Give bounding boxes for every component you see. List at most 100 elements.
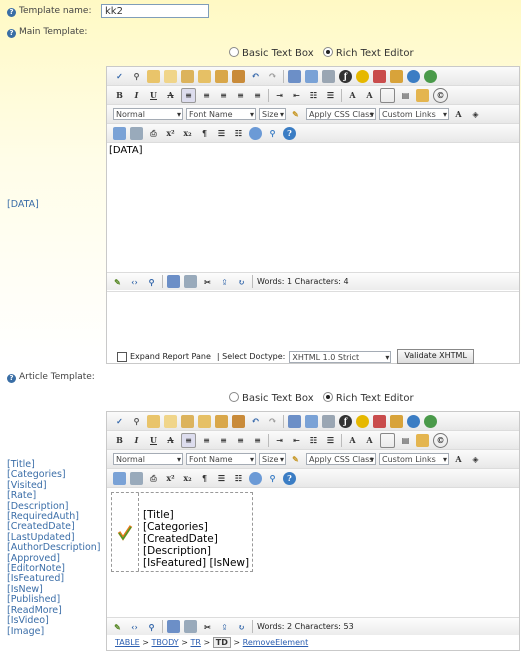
- align-right-icon[interactable]: ≡: [217, 434, 230, 447]
- custom-links-select[interactable]: Custom Links: [379, 108, 449, 121]
- validate-xhtml-button[interactable]: Validate XHTML: [397, 349, 474, 364]
- paste-word-icon[interactable]: [215, 69, 228, 83]
- expand-report-checkbox[interactable]: [117, 351, 127, 362]
- css-class-select[interactable]: Apply CSS Class: [306, 453, 376, 466]
- module-manager-icon[interactable]: [167, 620, 180, 633]
- undo-icon[interactable]: ↶: [249, 415, 262, 428]
- image-map-icon[interactable]: [305, 414, 318, 428]
- design-mode-icon[interactable]: ✎: [111, 620, 124, 633]
- symbols-icon[interactable]: ©: [433, 87, 448, 103]
- fore-color-icon[interactable]: A: [452, 453, 465, 466]
- image-map-icon[interactable]: [305, 69, 318, 83]
- insert-date-icon[interactable]: [130, 126, 143, 140]
- cut-icon[interactable]: [147, 414, 160, 428]
- undo-icon[interactable]: ↶: [249, 70, 262, 83]
- align-right-icon[interactable]: ≡: [217, 89, 230, 102]
- paste-html-icon[interactable]: [232, 69, 245, 83]
- insert-snippet-icon[interactable]: [416, 88, 429, 102]
- template-manager-icon[interactable]: [390, 414, 403, 428]
- font-size-select[interactable]: Size: [259, 453, 286, 466]
- format-stripper-icon[interactable]: ✎: [289, 453, 302, 466]
- xhtml-validator-icon[interactable]: [184, 620, 197, 633]
- table-text-cell[interactable]: [Title] [Categories] [CreatedDate] [Desc…: [143, 509, 249, 569]
- symbols-icon[interactable]: ©: [433, 432, 448, 448]
- template-name-input[interactable]: kk2: [101, 4, 209, 18]
- paragraph-list-icon[interactable]: ☷: [232, 127, 245, 140]
- find-icon[interactable]: ⚲: [130, 70, 143, 83]
- back-color-icon[interactable]: ◈: [469, 453, 482, 466]
- absolute-position-icon[interactable]: [322, 414, 335, 428]
- align-left-icon[interactable]: ≡: [181, 432, 196, 448]
- absolute-position-icon[interactable]: [322, 69, 335, 83]
- new-paragraph-icon[interactable]: [113, 471, 126, 485]
- indent-icon[interactable]: ⇥: [273, 434, 286, 447]
- format-block-icon[interactable]: ¶: [198, 127, 211, 140]
- about-icon[interactable]: ?: [283, 126, 296, 140]
- font-size-select[interactable]: Size: [259, 108, 286, 121]
- justify-icon[interactable]: ≡: [234, 434, 247, 447]
- underline-icon[interactable]: U: [147, 89, 160, 102]
- subscript-format-icon[interactable]: A: [363, 434, 376, 447]
- paragraph-style-select[interactable]: Normal: [113, 108, 183, 121]
- breadcrumb-tr[interactable]: TR: [190, 638, 200, 647]
- format-block-icon[interactable]: ¶: [198, 472, 211, 485]
- list-icon[interactable]: ☰: [215, 472, 228, 485]
- align-center-icon[interactable]: ≡: [200, 434, 213, 447]
- spellcheck-icon[interactable]: ✓: [113, 415, 126, 428]
- breadcrumb-remove-element[interactable]: RemoveElement: [243, 638, 309, 647]
- xhtml-validator-icon[interactable]: [184, 275, 197, 288]
- fore-color-icon[interactable]: A: [452, 108, 465, 121]
- insert-element-icon[interactable]: ▤: [399, 89, 412, 102]
- font-name-select[interactable]: Font Name: [186, 108, 256, 121]
- resize-icon[interactable]: ⇪: [218, 620, 231, 633]
- superscript-format-icon[interactable]: A: [346, 89, 359, 102]
- superscript-icon[interactable]: x²: [164, 472, 177, 485]
- flash-icon[interactable]: ƒ: [339, 69, 352, 83]
- article-editor-content[interactable]: [Title] [Categories] [CreatedDate] [Desc…: [109, 490, 517, 612]
- redo-icon[interactable]: ↷: [266, 70, 279, 83]
- doctype-select[interactable]: XHTML 1.0 Strict: [289, 350, 392, 364]
- align-center-icon[interactable]: ≡: [200, 89, 213, 102]
- breadcrumb-table[interactable]: TABLE: [115, 638, 140, 647]
- hyperlink-icon[interactable]: [407, 69, 420, 83]
- italic-icon[interactable]: I: [130, 434, 143, 447]
- spellcheck-icon[interactable]: ✓: [113, 70, 126, 83]
- paste-word-icon[interactable]: [215, 414, 228, 428]
- format-stripper-icon[interactable]: ✎: [289, 108, 302, 121]
- template-manager-icon[interactable]: [390, 69, 403, 83]
- table-image-cell[interactable]: [112, 493, 139, 571]
- basic-text-box-radio[interactable]: [229, 47, 239, 57]
- flash-icon[interactable]: ƒ: [339, 414, 352, 428]
- module-icon[interactable]: ⚲: [266, 127, 279, 140]
- redo-icon[interactable]: ↷: [266, 415, 279, 428]
- numbered-list-icon[interactable]: ☷: [307, 89, 320, 102]
- back-color-icon[interactable]: ◈: [469, 108, 482, 121]
- remove-link-icon[interactable]: [424, 69, 437, 83]
- remove-link-icon[interactable]: [424, 414, 437, 428]
- strikethrough-icon[interactable]: A: [164, 89, 177, 102]
- subscript-icon[interactable]: x₂: [181, 127, 194, 140]
- about-icon[interactable]: ?: [283, 471, 296, 485]
- rich-text-editor-radio[interactable]: [322, 47, 333, 57]
- image-manager-icon[interactable]: [288, 414, 301, 428]
- bullet-list-icon[interactable]: ☰: [324, 434, 337, 447]
- insert-date-icon[interactable]: [130, 471, 143, 485]
- module-manager-icon[interactable]: [167, 275, 180, 288]
- list-icon[interactable]: ☰: [215, 127, 228, 140]
- paragraph-list-icon[interactable]: ☷: [232, 472, 245, 485]
- paste-text-icon[interactable]: [198, 414, 211, 428]
- html-mode-icon[interactable]: ‹›: [128, 620, 141, 633]
- remove-alignment-icon[interactable]: ≡: [251, 434, 264, 447]
- help-icon[interactable]: ?: [7, 29, 16, 38]
- breadcrumb-td[interactable]: TD: [212, 637, 231, 648]
- field-image[interactable]: [Image]: [7, 626, 101, 637]
- underline-icon[interactable]: U: [147, 434, 160, 447]
- html-mode-icon[interactable]: ‹›: [128, 275, 141, 288]
- help-icon[interactable]: ?: [7, 374, 16, 383]
- time-icon[interactable]: [249, 126, 262, 140]
- breadcrumb-tbody[interactable]: TBODY: [152, 638, 179, 647]
- bullet-list-icon[interactable]: ☰: [324, 89, 337, 102]
- table-icon[interactable]: [380, 432, 395, 448]
- tools-icon[interactable]: ✂: [201, 620, 214, 633]
- help-icon[interactable]: ?: [7, 8, 16, 17]
